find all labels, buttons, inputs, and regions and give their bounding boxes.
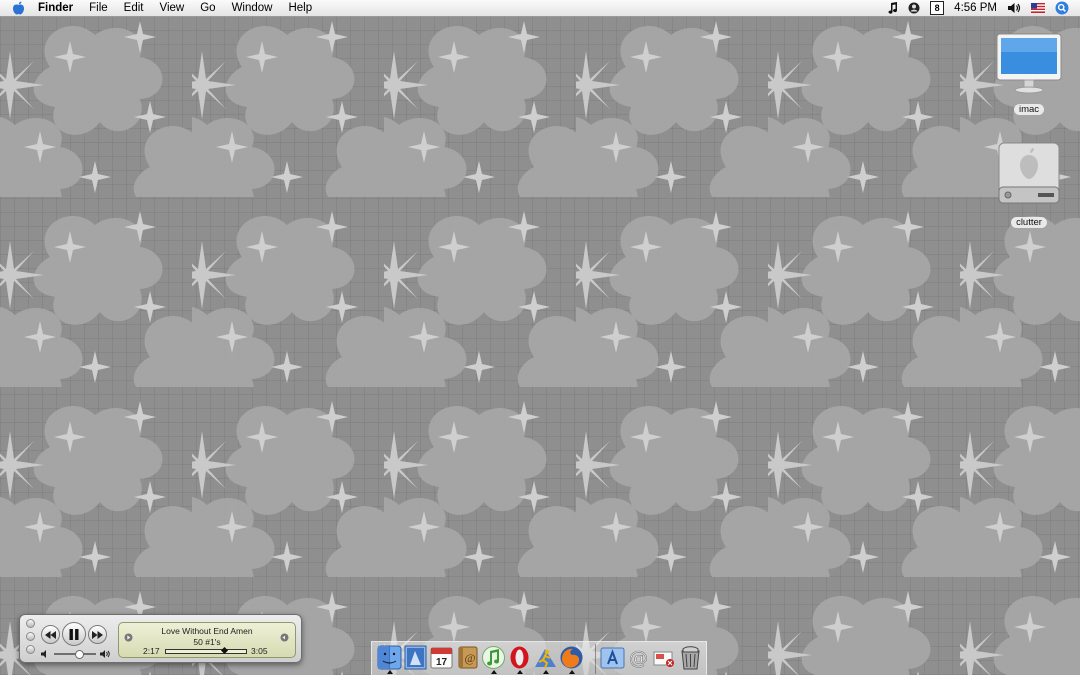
menu-go[interactable]: Go [192, 0, 223, 16]
play-pause-button[interactable] [62, 622, 86, 646]
minimize-window-button[interactable] [26, 632, 35, 641]
itunes-icon [482, 646, 505, 669]
total-time: 3:05 [251, 646, 268, 656]
battery-status[interactable]: 8 [925, 1, 949, 15]
mail-stamp-icon [404, 645, 427, 670]
transmit-runner-icon [535, 649, 556, 669]
dock-running-indicator [569, 670, 575, 674]
menu-view[interactable]: View [152, 0, 193, 16]
dock-item-firefox[interactable] [559, 645, 584, 670]
battery-indicator: 8 [930, 1, 945, 15]
dock-item-itunes[interactable] [481, 645, 506, 670]
spotlight-search-icon[interactable] [1050, 1, 1074, 15]
dock-running-indicator [387, 670, 393, 674]
elapsed-time: 2:17 [143, 646, 160, 656]
dock-item-trash[interactable] [678, 645, 703, 670]
music-note-icon[interactable] [882, 2, 903, 14]
menu-finder[interactable]: Finder [30, 0, 81, 16]
desktop-icon-clutter[interactable]: clutter [989, 141, 1069, 230]
dock-item-address-book[interactable]: @ [455, 645, 480, 670]
volume-low-icon [41, 650, 46, 658]
documents-stack-icon [653, 651, 674, 667]
close-window-button[interactable] [26, 619, 35, 628]
menu-bar: Finder File Edit View Go Window Help 8 4… [0, 0, 1080, 17]
song-title: Love Without End Amen [161, 626, 253, 636]
fast-user-switch-icon[interactable] [903, 2, 925, 14]
address-book-icon: @ [458, 646, 478, 669]
dock-item-applications[interactable] [600, 645, 625, 670]
dock-running-indicator [491, 670, 497, 674]
desktop-icon-imac[interactable]: imac [989, 32, 1069, 117]
menu-window[interactable]: Window [224, 0, 281, 16]
dock-item-mail-alias[interactable]: @ [626, 645, 651, 670]
firefox-icon [560, 646, 583, 669]
dock-item-opera[interactable] [507, 645, 532, 670]
at-sign-icon: @ [629, 647, 649, 670]
menu-file[interactable]: File [81, 0, 116, 16]
trash-full-icon [681, 646, 700, 670]
dock-divider [595, 644, 596, 674]
opera-icon [510, 646, 529, 669]
finder-icon [377, 645, 402, 670]
dock-running-indicator [517, 670, 523, 674]
progress-bar[interactable] [165, 646, 247, 655]
wallpaper [0, 17, 1080, 675]
dock-item-transmit[interactable] [533, 645, 558, 670]
menu-help[interactable]: Help [280, 0, 320, 16]
previous-track-button[interactable] [41, 625, 60, 644]
hard-drive-icon [998, 142, 1060, 204]
dock: 17 @ @ [371, 641, 707, 675]
volume-slider-knob[interactable] [75, 650, 85, 659]
fast-forward-icon [92, 630, 103, 639]
desktop-icon-label: imac [1013, 104, 1045, 115]
imac-computer-icon [996, 33, 1062, 94]
zoom-window-button[interactable] [26, 645, 35, 654]
dock-item-documents[interactable] [652, 645, 677, 670]
dock-item-ical[interactable]: 17 [429, 645, 454, 670]
desktop[interactable]: imac clutter [0, 17, 1080, 675]
dock-running-indicator [543, 670, 549, 674]
us-flag-icon[interactable] [1026, 3, 1050, 13]
volume-icon[interactable] [1002, 2, 1026, 14]
itunes-status-display[interactable]: Love Without End Amen 50 #1's 2:17 3:05 [118, 622, 296, 658]
pause-icon [69, 628, 79, 640]
ical-calendar-icon: 17 [430, 647, 453, 669]
volume-high-icon [100, 650, 110, 658]
dock-item-finder[interactable] [377, 645, 402, 670]
dock-item-mail[interactable] [403, 645, 428, 670]
apple-menu-icon[interactable] [10, 0, 26, 16]
applications-folder-icon [600, 647, 625, 669]
ical-date: 17 [436, 657, 448, 668]
rewind-icon [45, 630, 56, 639]
itunes-mini-player[interactable]: Love Without End Amen 50 #1's 2:17 3:05 [19, 614, 302, 663]
desktop-icon-label: clutter [1011, 217, 1047, 228]
lcd-snapback-icon[interactable] [280, 633, 289, 642]
menu-edit[interactable]: Edit [116, 0, 152, 16]
menu-clock[interactable]: 4:56 PM [949, 0, 1002, 16]
svg-text:@: @ [464, 651, 475, 665]
progress-playhead[interactable] [221, 646, 229, 655]
lcd-play-icon[interactable] [124, 633, 133, 642]
next-track-button[interactable] [88, 625, 107, 644]
svg-text:@: @ [629, 647, 648, 669]
